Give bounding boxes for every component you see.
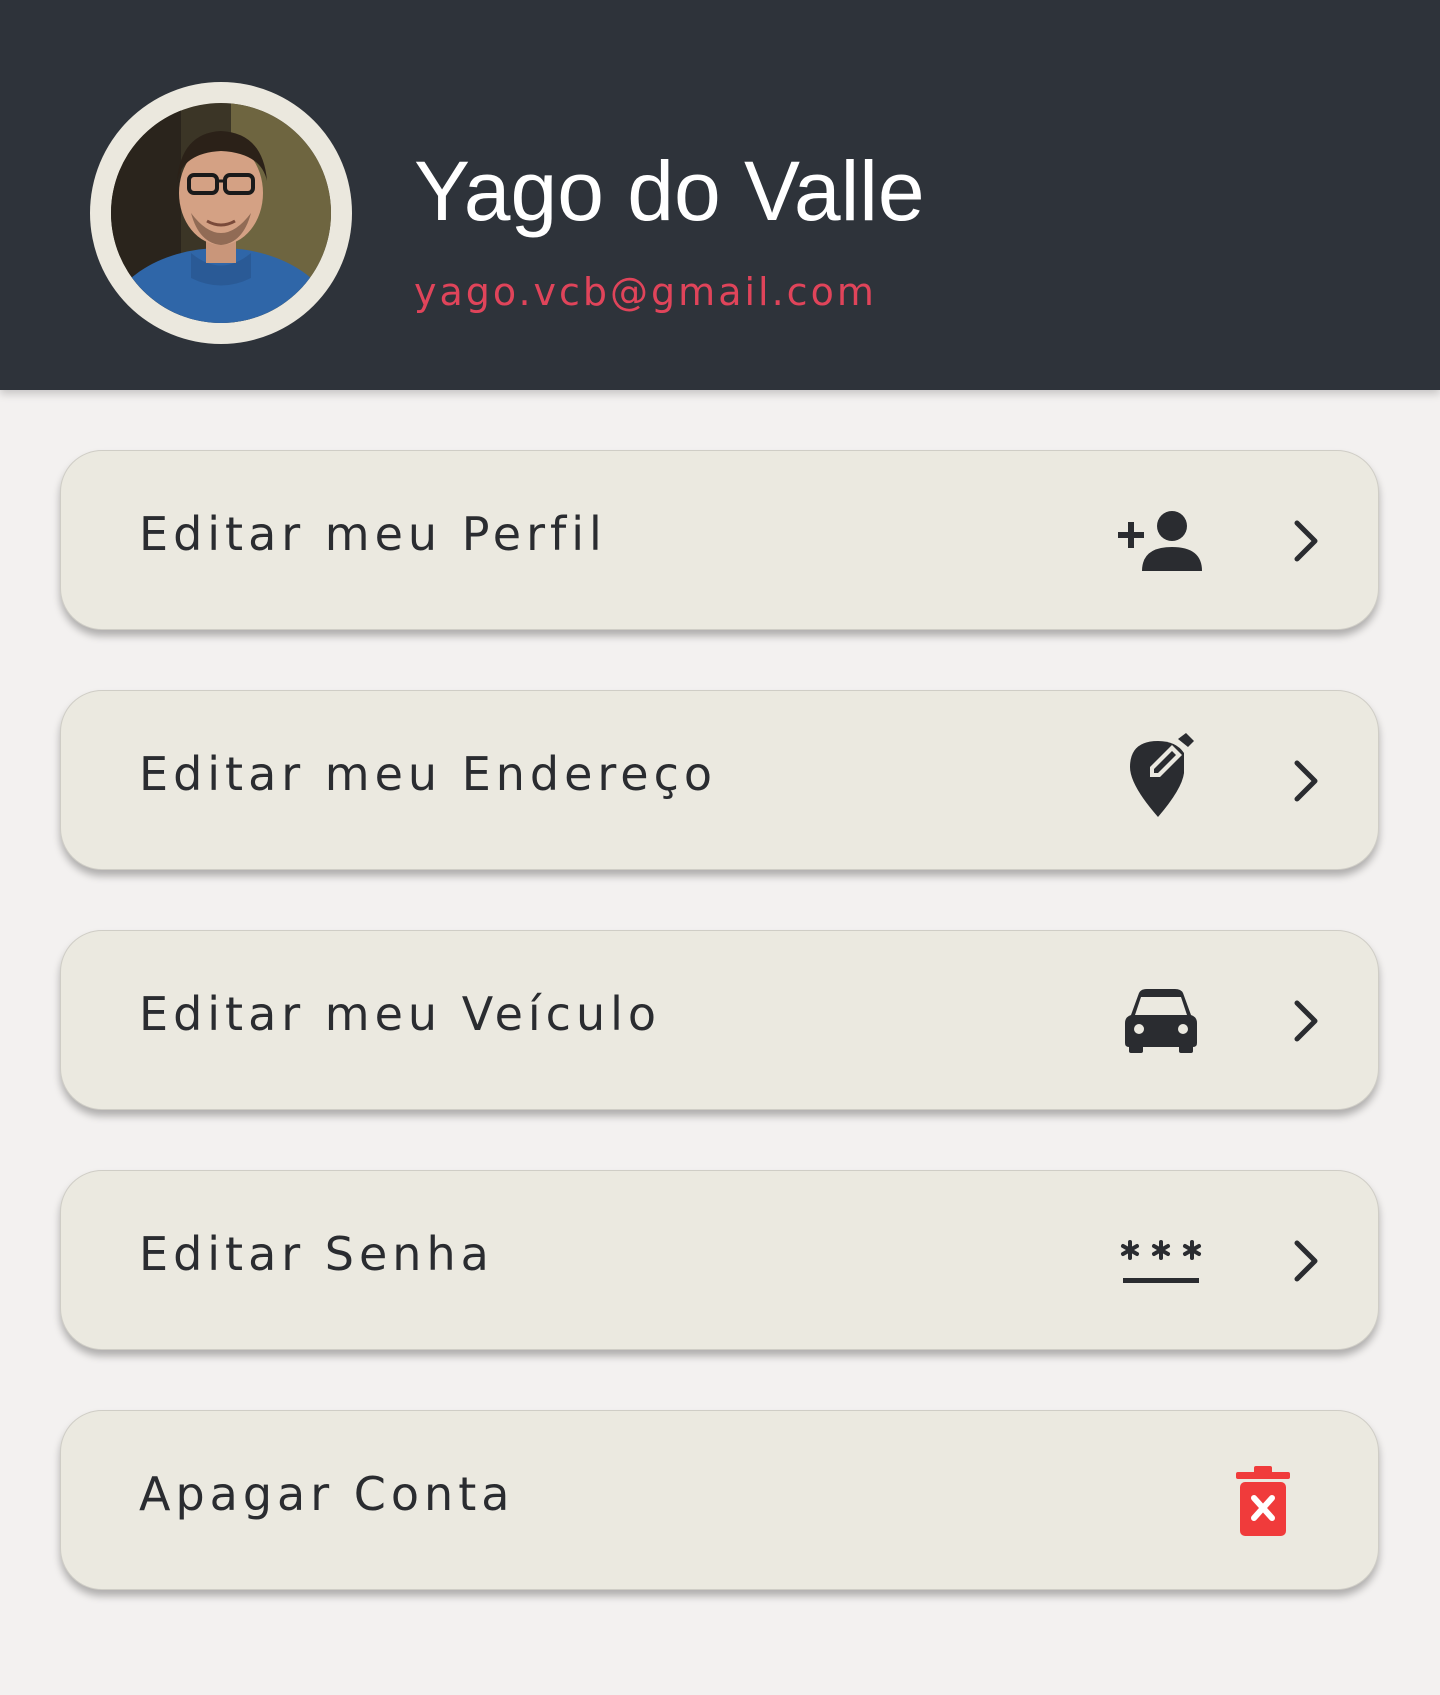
edit-password-button[interactable]: Editar Senha xyxy=(60,1170,1379,1350)
chevron-right-icon xyxy=(1281,991,1331,1051)
delete-forever-icon xyxy=(1218,1461,1308,1541)
avatar-frame xyxy=(90,82,352,344)
edit-vehicle-button[interactable]: Editar meu Veículo xyxy=(60,930,1379,1110)
menu-item-label: Apagar Conta xyxy=(139,1467,515,1521)
edit-address-button[interactable]: Editar meu Endereço xyxy=(60,690,1379,870)
delete-account-button[interactable]: Apagar Conta xyxy=(60,1410,1379,1590)
person-add-icon xyxy=(1116,501,1206,581)
chevron-right-icon xyxy=(1281,1231,1331,1291)
user-name: Yago do Valle xyxy=(414,144,925,238)
edit-location-icon xyxy=(1116,733,1206,817)
avatar[interactable] xyxy=(111,103,331,323)
menu-item-label: Editar meu Veículo xyxy=(139,987,662,1041)
edit-profile-button[interactable]: Editar meu Perfil xyxy=(60,450,1379,630)
avatar-photo xyxy=(111,103,331,323)
menu-item-label: Editar meu Endereço xyxy=(139,747,718,801)
chevron-right-icon xyxy=(1281,511,1331,571)
profile-header: Yago do Valle yago.vcb@gmail.com xyxy=(0,0,1440,390)
user-email: yago.vcb@gmail.com xyxy=(414,270,877,314)
menu-item-label: Editar Senha xyxy=(139,1227,494,1281)
car-icon xyxy=(1116,981,1206,1061)
password-icon xyxy=(1116,1221,1206,1301)
menu-item-label: Editar meu Perfil xyxy=(139,507,607,561)
chevron-right-icon xyxy=(1281,751,1331,811)
